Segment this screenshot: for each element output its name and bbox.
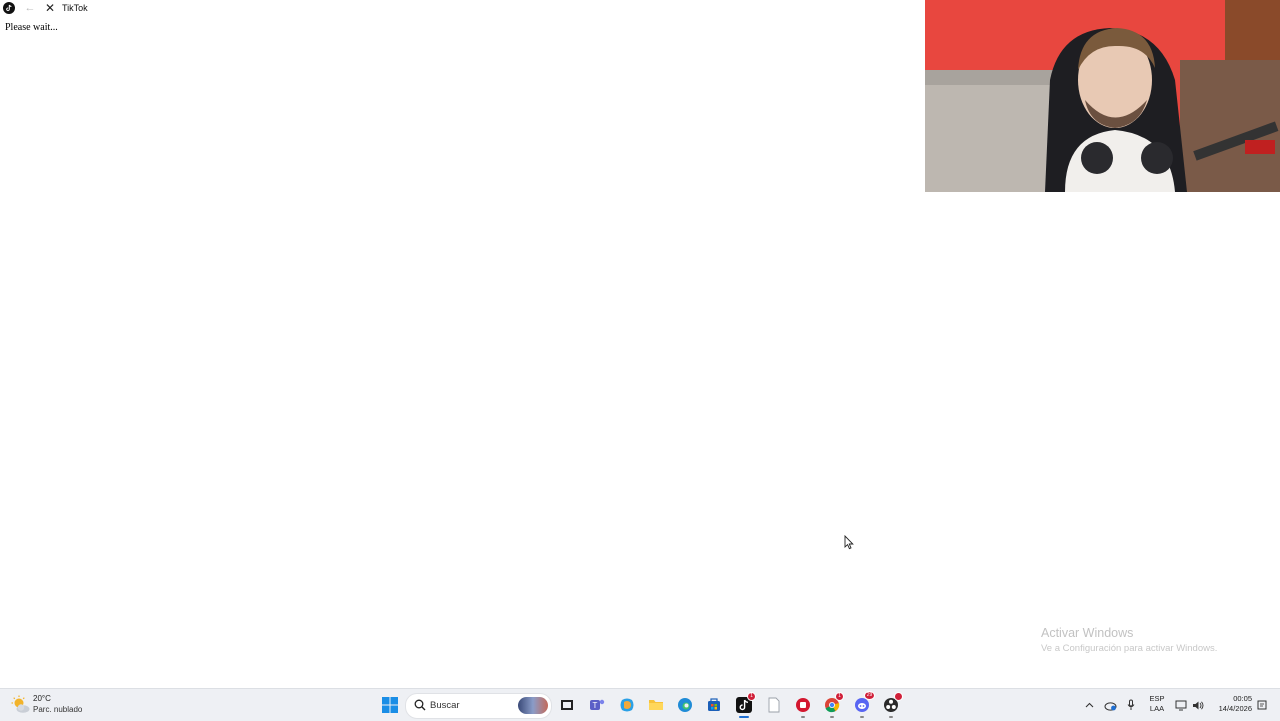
taskbar-search-input[interactable]: Buscar bbox=[405, 693, 552, 719]
onedrive-security-icon[interactable] bbox=[1102, 689, 1118, 721]
teams-button[interactable]: T bbox=[586, 694, 608, 716]
obs-recording-dot bbox=[894, 692, 903, 701]
store-icon bbox=[708, 698, 720, 711]
edge-button[interactable] bbox=[674, 694, 696, 716]
task-view-button[interactable] bbox=[556, 694, 578, 716]
search-icon bbox=[414, 699, 426, 711]
mouse-cursor-icon bbox=[844, 534, 854, 555]
tiktok-icon bbox=[3, 2, 15, 14]
weather-partly-cloudy-icon[interactable] bbox=[11, 695, 31, 715]
search-highlight-image[interactable] bbox=[518, 697, 548, 714]
start-button[interactable] bbox=[379, 694, 401, 716]
start-icon bbox=[382, 697, 398, 713]
tiktok-taskbar-button[interactable]: 1 bbox=[733, 692, 756, 718]
notepad-button[interactable] bbox=[763, 694, 785, 716]
running-indicator bbox=[860, 716, 864, 718]
input-language-indicator[interactable]: ESP LAA bbox=[1147, 694, 1167, 714]
discord-button[interactable]: 29 bbox=[851, 691, 875, 718]
app-red-icon bbox=[796, 698, 810, 712]
keyboard-layout: LAA bbox=[1149, 704, 1165, 713]
network-icon[interactable] bbox=[1174, 689, 1188, 721]
window-titlebar: ← ✕ TikTok bbox=[0, 0, 920, 17]
chrome-badge: 1 bbox=[835, 692, 844, 701]
file-explorer-button[interactable] bbox=[645, 694, 667, 716]
microphone-icon[interactable] bbox=[1125, 689, 1137, 721]
close-icon[interactable]: ✕ bbox=[44, 2, 56, 14]
store-button[interactable] bbox=[703, 694, 725, 716]
window-title: TikTok bbox=[62, 3, 88, 13]
running-indicator bbox=[830, 716, 834, 718]
running-indicator bbox=[801, 716, 805, 718]
teams-icon: T bbox=[590, 699, 605, 710]
notification-bell-icon[interactable] bbox=[1256, 689, 1268, 721]
notepad-icon bbox=[768, 697, 780, 713]
activation-watermark-title: Activar Windows bbox=[1041, 626, 1134, 640]
copilot-button[interactable] bbox=[616, 694, 638, 716]
active-indicator bbox=[739, 716, 749, 718]
webcam-overlay bbox=[925, 0, 1280, 192]
loading-text: Please wait... bbox=[5, 22, 58, 33]
clock-date: 14/4/2026 bbox=[1218, 704, 1252, 713]
search-placeholder: Buscar bbox=[430, 700, 460, 711]
tray-overflow-chevron-icon[interactable] bbox=[1082, 689, 1096, 721]
red-app-button[interactable] bbox=[792, 694, 814, 718]
file-explorer-icon bbox=[649, 700, 663, 710]
language-code: ESP bbox=[1149, 694, 1165, 703]
clock-time: 00:05 bbox=[1233, 694, 1252, 703]
obs-button[interactable] bbox=[880, 692, 903, 718]
svg-text:T: T bbox=[593, 701, 598, 710]
weather-temperature[interactable]: 20°C bbox=[33, 694, 51, 703]
task-view-icon bbox=[561, 700, 573, 710]
back-arrow-icon[interactable]: ← bbox=[24, 2, 36, 14]
system-clock[interactable]: 00:05 14/4/2026 bbox=[1208, 694, 1252, 714]
weather-condition[interactable]: Parc. nublado bbox=[33, 705, 82, 714]
edge-icon bbox=[678, 698, 692, 712]
chrome-button[interactable]: 1 bbox=[821, 692, 844, 718]
tiktok-badge: 1 bbox=[747, 692, 756, 701]
running-indicator bbox=[889, 716, 893, 718]
volume-icon[interactable] bbox=[1191, 689, 1205, 721]
taskbar: 20°C Parc. nublado Buscar T 1 1 29 ESP L… bbox=[0, 688, 1280, 721]
activation-watermark-subtitle: Ve a Configuración para activar Windows. bbox=[1041, 643, 1218, 654]
copilot-icon bbox=[620, 698, 634, 712]
discord-badge: 29 bbox=[864, 691, 875, 700]
